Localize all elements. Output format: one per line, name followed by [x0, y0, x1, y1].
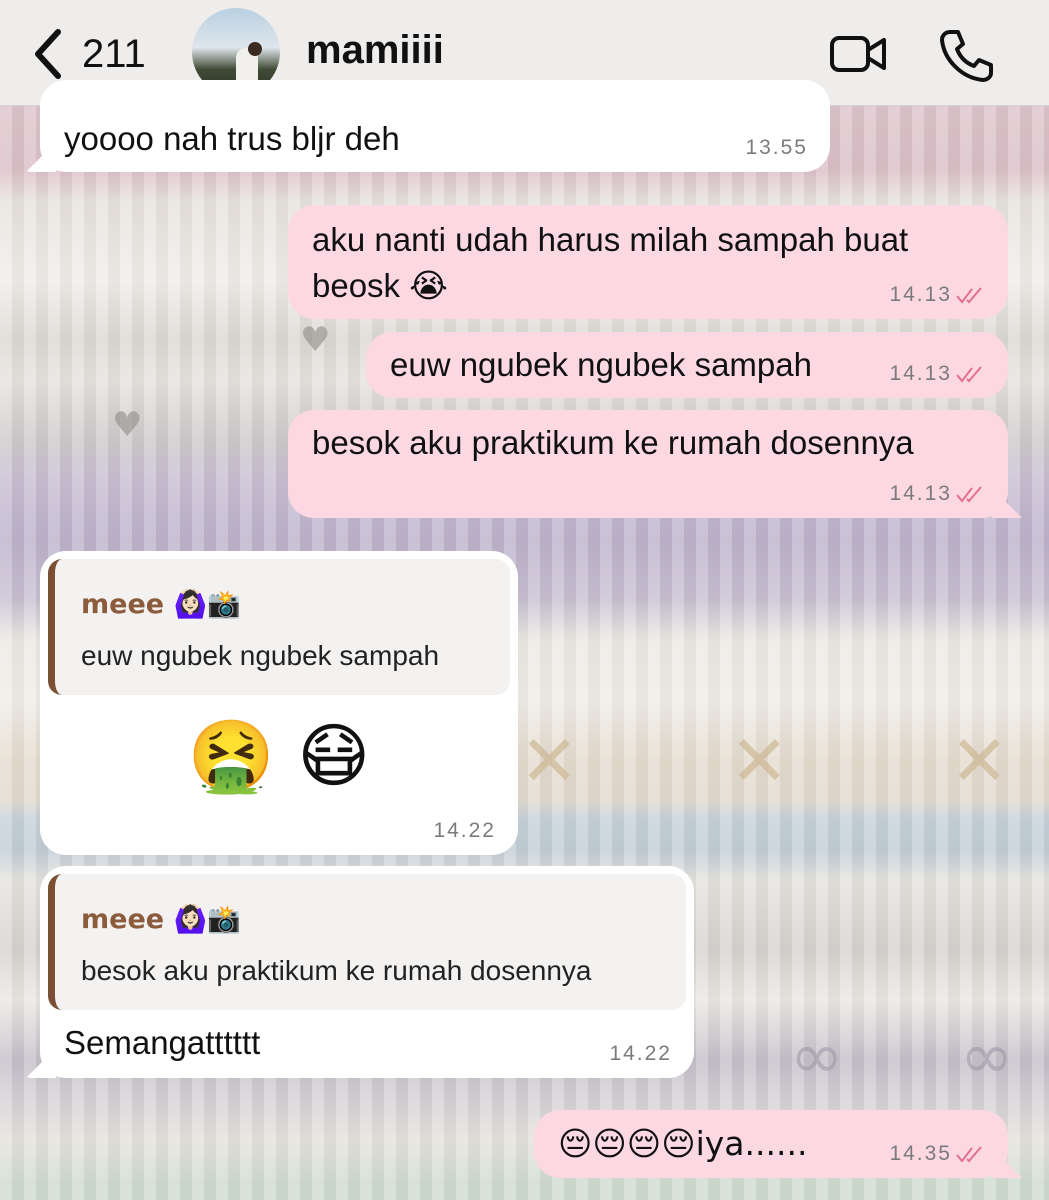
message-text-line: beosk 😭: [312, 267, 448, 304]
knit-heart-decoration: ♥: [112, 405, 143, 445]
double-check-icon: [956, 1146, 982, 1163]
reply-quote[interactable]: meee 🙆🏻‍♀️📸 besok aku praktikum ke rumah…: [48, 874, 686, 1010]
message-text: besok aku praktikum ke rumah dosennya: [312, 424, 914, 461]
message-time: 14.35: [889, 1142, 952, 1165]
message-meta: 14.22: [609, 1042, 672, 1066]
message-text: euw ngubek ngubek sampah: [390, 346, 812, 383]
reply-text: besok aku praktikum ke rumah dosennya: [81, 955, 592, 986]
message-meta: 14.13: [889, 283, 986, 307]
back-button[interactable]: 211: [28, 26, 146, 82]
message-time: 13.55: [745, 136, 808, 159]
message-time: 14.13: [889, 482, 952, 505]
message-meta: 13.55: [745, 136, 808, 160]
message-bubble-outgoing[interactable]: 😔😔😔😔iya...... 14.35: [534, 1110, 1008, 1178]
knit-cross-decoration: ✕: [520, 720, 579, 802]
phone-icon: [940, 30, 993, 82]
reply-text: euw ngubek ngubek sampah: [81, 640, 440, 671]
message-time: 14.13: [889, 362, 952, 385]
message-bubble-outgoing[interactable]: euw ngubek ngubek sampah 14.13: [366, 332, 1008, 398]
chevron-left-icon: [35, 29, 61, 79]
video-camera-icon: [830, 36, 886, 72]
message-meta: 14.13: [889, 482, 986, 506]
knit-heart-decoration: ♥: [300, 320, 331, 360]
reply-author: meee 🙆🏻‍♀️📸: [81, 589, 241, 620]
message-meta: 14.13: [889, 362, 986, 386]
double-check-icon: [956, 366, 982, 383]
knit-cross-decoration: ✕: [730, 720, 789, 802]
message-bubble-incoming-reply[interactable]: meee 🙆🏻‍♀️📸 euw ngubek ngubek sampah 🤮 😷…: [40, 551, 518, 855]
message-time: 14.22: [609, 1042, 672, 1065]
message-meta: 14.35: [889, 1142, 986, 1166]
message-text: 😔😔😔😔iya......: [558, 1124, 808, 1163]
unread-count: 211: [82, 31, 146, 76]
message-text: Semangatttttt: [64, 1024, 261, 1061]
message-bubble-incoming[interactable]: yoooo nah trus bljr deh 13.55: [40, 80, 830, 172]
double-check-icon: [956, 287, 982, 304]
knit-cross-decoration: ✕: [950, 720, 1009, 802]
double-check-icon: [956, 486, 982, 503]
message-bubble-outgoing[interactable]: aku nanti udah harus milah sampah buat b…: [288, 205, 1008, 319]
message-text: yoooo nah trus bljr deh: [64, 120, 400, 157]
message-meta: 14.22: [433, 819, 496, 843]
message-time: 14.22: [433, 819, 496, 842]
knit-bow-decoration: ∞: [960, 1020, 1014, 1094]
message-bubble-outgoing[interactable]: besok aku praktikum ke rumah dosennya 14…: [288, 410, 1008, 518]
contact-name[interactable]: mamiiii: [306, 28, 444, 73]
reply-quote[interactable]: meee 🙆🏻‍♀️📸 euw ngubek ngubek sampah: [48, 559, 510, 695]
message-bubble-incoming-reply[interactable]: meee 🙆🏻‍♀️📸 besok aku praktikum ke rumah…: [40, 866, 694, 1078]
reply-author: meee 🙆🏻‍♀️📸: [81, 904, 241, 935]
message-text-line: aku nanti udah harus milah sampah buat: [312, 221, 909, 258]
message-time: 14.13: [889, 283, 952, 306]
video-call-button[interactable]: [828, 26, 888, 87]
emoji-message: 🤮 😷: [187, 715, 371, 797]
knit-bow-decoration: ∞: [790, 1020, 844, 1094]
voice-call-button[interactable]: [936, 26, 996, 87]
